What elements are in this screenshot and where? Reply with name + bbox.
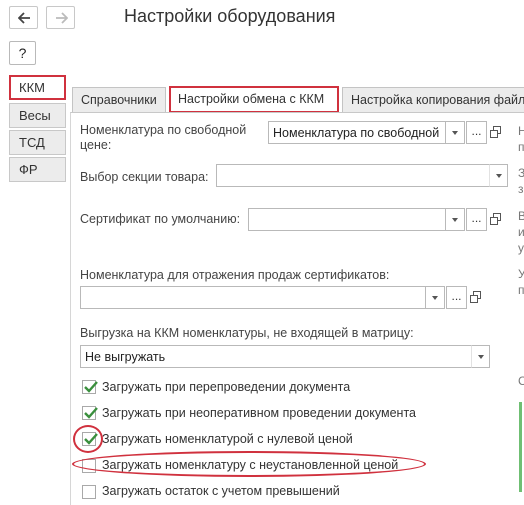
export-nomatrix-dropdown[interactable] <box>471 345 490 368</box>
default-certificate-field[interactable] <box>248 208 446 231</box>
section-select-field[interactable] <box>216 164 490 187</box>
side-tab-fr[interactable]: ФР <box>9 157 66 182</box>
checkmark-icon <box>84 407 98 419</box>
reload-on-nonoperative-label: Загружать при неоперативном проведении д… <box>102 406 417 420</box>
right-fragment: С <box>518 374 524 388</box>
default-certificate-open-button[interactable] <box>488 208 505 231</box>
checkmark-icon <box>84 381 98 393</box>
default-certificate-dropdown[interactable] <box>446 208 465 231</box>
status-bar-accent <box>519 402 522 492</box>
reload-on-repost-label: Загружать при перепроведении документа <box>102 380 351 394</box>
certificate-sales-nomenclature-more-button[interactable]: ... <box>446 286 467 309</box>
section-select-label: Выбор секции товара: <box>80 170 209 184</box>
highlight-circle <box>73 425 103 453</box>
side-tab-scales[interactable]: Весы <box>9 103 66 128</box>
certificate-sales-nomenclature-field[interactable] <box>80 286 426 309</box>
tab-file-copy-settings[interactable]: Настройка копирования файл <box>342 87 524 113</box>
certificate-sales-nomenclature-label: Номенклатура для отражения продаж сертиф… <box>80 268 390 282</box>
arrow-left-icon <box>18 12 30 24</box>
load-unset-price-label: Загружать номенклатуру с неустановленной… <box>102 458 399 472</box>
default-certificate-label: Сертификат по умолчанию: <box>80 212 241 226</box>
back-button[interactable] <box>9 6 38 29</box>
nomenclature-free-price-more-button[interactable]: ... <box>466 121 487 144</box>
arrow-right-icon <box>56 12 68 24</box>
right-fragment: У <box>518 267 524 281</box>
right-fragment: п <box>518 140 524 154</box>
right-fragment: В <box>518 209 524 223</box>
load-remainder-excess-label: Загружать остаток с учетом превышений <box>102 484 340 498</box>
page-title: Настройки оборудования <box>124 6 336 26</box>
right-fragment: З <box>518 166 524 180</box>
export-nomatrix-label: Выгрузка на ККМ номенклатуры, не входяще… <box>80 326 414 340</box>
certificate-sales-nomenclature-open-button[interactable] <box>468 286 485 309</box>
nomenclature-free-price-field[interactable]: Номенклатура по свободной <box>268 121 446 144</box>
load-remainder-excess-checkbox[interactable] <box>82 485 96 499</box>
default-certificate-more-button[interactable]: ... <box>466 208 487 231</box>
nomenclature-free-price-dropdown[interactable] <box>446 121 465 144</box>
nomenclature-free-price-label: Номенклатура по свободной цене: <box>80 123 247 152</box>
right-fragment: и <box>518 225 524 239</box>
help-button[interactable]: ? <box>9 41 36 65</box>
side-tab-tsd[interactable]: ТСД <box>9 130 66 155</box>
nomenclature-free-price-open-button[interactable] <box>488 121 505 144</box>
tab-kkm-exchange-settings[interactable]: Настройки обмена с ККМ <box>169 86 339 113</box>
tab-directories[interactable]: Справочники <box>72 87 166 113</box>
reload-on-repost-checkbox[interactable] <box>82 380 98 394</box>
side-tab-kkm[interactable]: ККМ <box>9 75 66 100</box>
reload-on-nonoperative-checkbox[interactable] <box>82 406 98 420</box>
right-fragment: у <box>518 241 524 255</box>
certificate-sales-nomenclature-dropdown[interactable] <box>426 286 445 309</box>
forward-button[interactable] <box>46 6 75 29</box>
export-nomatrix-select[interactable]: Не выгружать <box>80 345 472 368</box>
section-select-dropdown[interactable] <box>489 164 508 187</box>
right-fragment: з <box>518 182 524 196</box>
load-zero-price-label: Загружать номенклатурой с нулевой ценой <box>102 432 353 446</box>
right-fragment: Н <box>518 124 524 138</box>
right-fragment: п <box>518 283 524 297</box>
